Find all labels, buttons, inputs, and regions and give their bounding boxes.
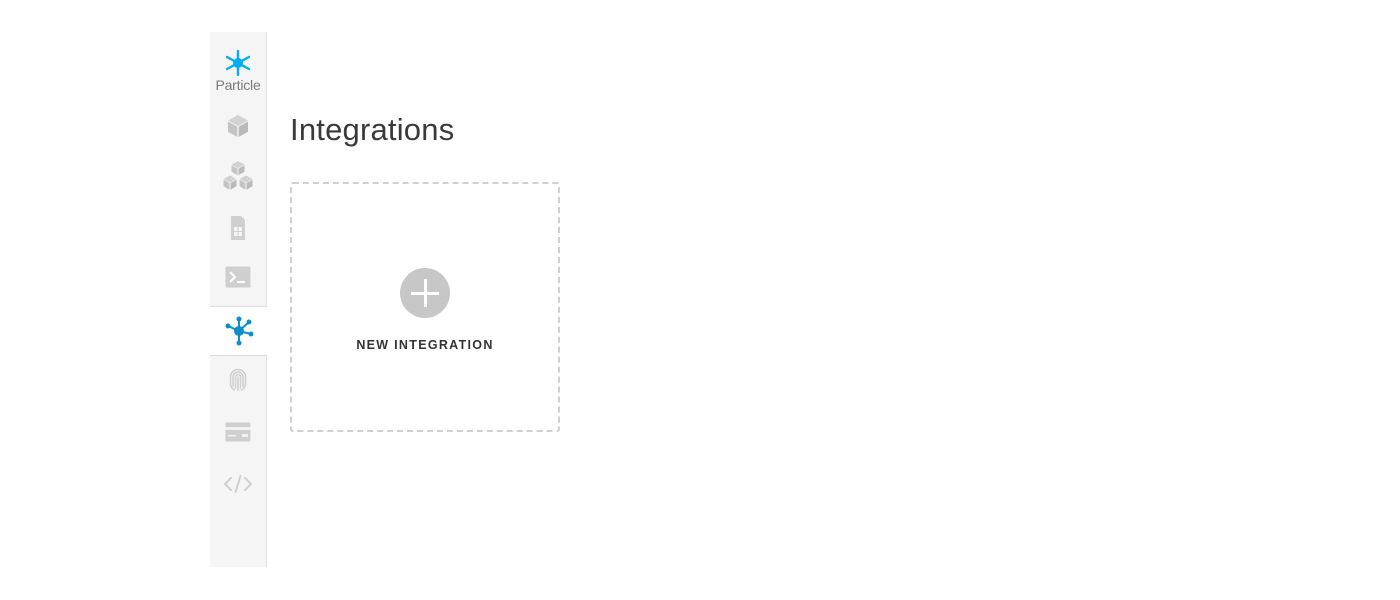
plus-circle-icon: [400, 268, 450, 318]
new-integration-label: NEW INTEGRATION: [356, 338, 494, 352]
sidebar-item-authentication[interactable]: [210, 356, 266, 404]
particle-logo[interactable]: Particle: [210, 50, 266, 93]
sidebar-item-web-ide[interactable]: [210, 460, 266, 508]
sidebar-item-console[interactable]: [210, 253, 266, 301]
integrations-icon: [225, 316, 253, 346]
terminal-icon: [225, 266, 251, 288]
code-icon: [224, 475, 252, 493]
sidebar-item-devices[interactable]: [210, 102, 266, 150]
credit-card-icon: [225, 422, 251, 442]
particle-star-icon: [225, 50, 251, 76]
sidebar-item-sim-cards[interactable]: [210, 204, 266, 252]
sidebar-item-billing[interactable]: [210, 408, 266, 456]
fingerprint-icon: [229, 368, 247, 391]
new-integration-button[interactable]: NEW INTEGRATION: [290, 182, 560, 432]
cube-icon: [228, 115, 248, 137]
logo-wordmark: Particle: [215, 77, 261, 93]
page-title: Integrations: [290, 112, 455, 147]
sidebar-item-integrations[interactable]: [210, 306, 267, 356]
sidebar-item-products[interactable]: [210, 152, 266, 200]
cubes-icon: [223, 161, 253, 190]
sidebar: Particle: [210, 32, 267, 567]
sim-card-icon: [231, 216, 245, 240]
